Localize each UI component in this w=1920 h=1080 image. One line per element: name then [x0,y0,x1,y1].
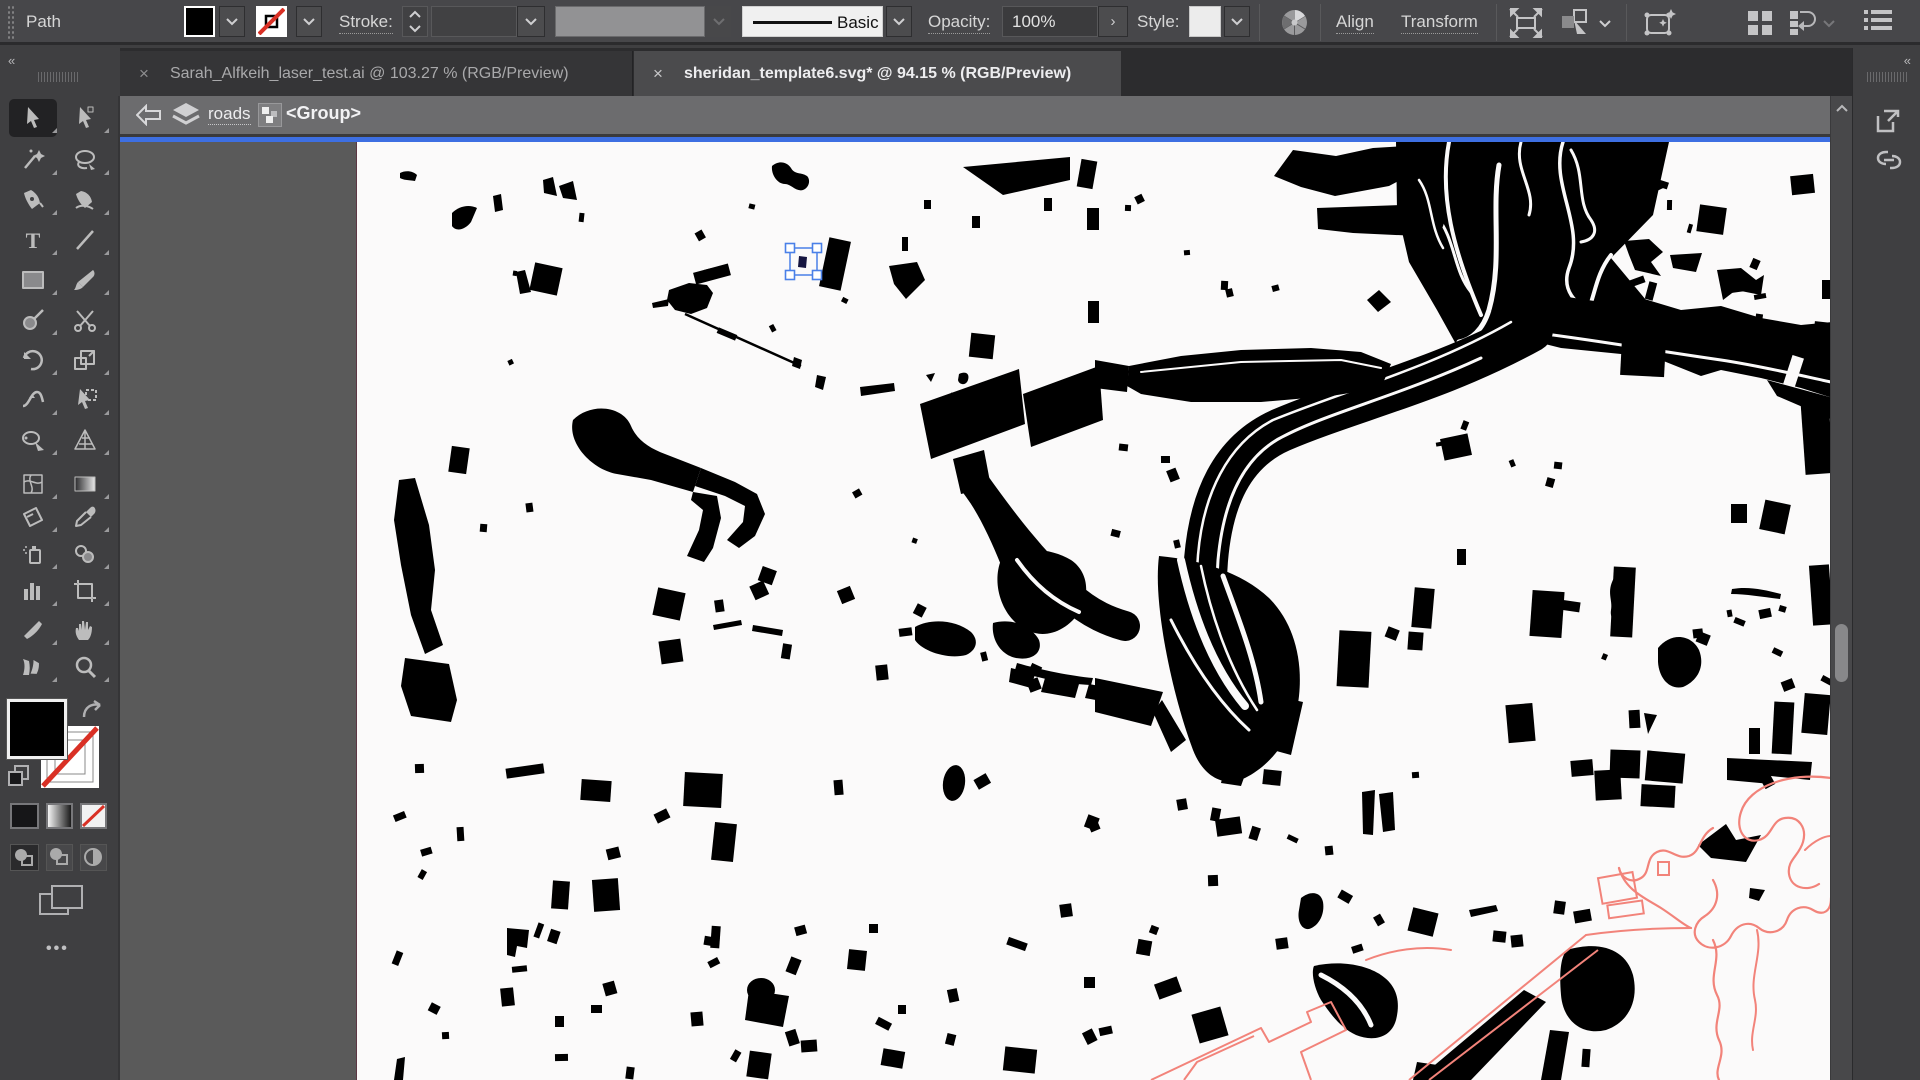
svg-text:T: T [26,228,41,253]
